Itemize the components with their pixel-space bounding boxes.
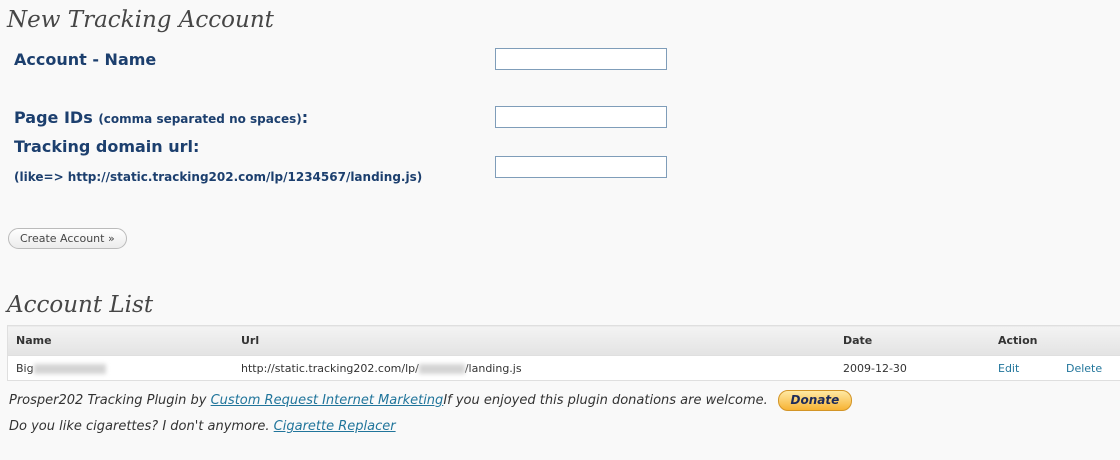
table-header-row: Name Url Date Action: [7, 325, 1120, 356]
tracking-url-label: Tracking domain url:: [14, 137, 200, 156]
row-delete-cell: Delete: [1058, 355, 1120, 381]
tracking-url-input[interactable]: [495, 156, 667, 178]
cig-text: Do you like cigarettes? I don't anymore.: [9, 419, 274, 434]
cigarette-replacer-link[interactable]: Cigarette Replacer: [274, 419, 396, 434]
row-url-prefix: http://static.tracking202.com/lp/: [241, 361, 419, 375]
redacted-name: [33, 363, 106, 374]
account-name-input[interactable]: [495, 48, 667, 70]
column-date: Date: [835, 325, 990, 356]
page-ids-label: Page IDs (comma separated no spaces):: [14, 108, 308, 129]
credit-prefix: Prosper202 Tracking Plugin by: [9, 393, 211, 408]
column-url: Url: [233, 325, 835, 356]
plugin-credit: Prosper202 Tracking Plugin by Custom Req…: [9, 390, 852, 411]
create-account-button[interactable]: Create Account »: [8, 228, 127, 249]
column-action: Action: [990, 325, 1058, 356]
row-edit-cell: Edit: [990, 355, 1058, 381]
page-ids-note: (comma separated no spaces): [98, 112, 302, 126]
row-name-text: Big: [16, 361, 34, 375]
page-ids-input[interactable]: [495, 106, 667, 128]
edit-link[interactable]: Edit: [998, 362, 1019, 375]
redacted-id: [418, 363, 465, 374]
account-name-label: Account - Name: [14, 50, 157, 69]
account-table: Name Url Date Action Big http://static.t…: [7, 325, 1120, 381]
page-ids-label-text: Page IDs: [14, 108, 93, 127]
column-name: Name: [7, 325, 233, 356]
donate-button[interactable]: Donate: [777, 390, 852, 411]
account-list-title: Account List: [7, 292, 154, 318]
cigarette-line: Do you like cigarettes? I don't anymore.…: [9, 419, 396, 434]
credit-link[interactable]: Custom Request Internet Marketing: [211, 393, 444, 408]
donation-text: If you enjoyed this plugin donations are…: [443, 393, 768, 408]
row-url-suffix: /landing.js: [464, 361, 522, 375]
row-name: Big: [7, 355, 233, 381]
column-action-extra: [1058, 325, 1120, 356]
delete-link[interactable]: Delete: [1066, 362, 1102, 375]
row-date: 2009-12-30: [835, 355, 990, 381]
page-ids-colon: :: [301, 108, 309, 127]
row-url: http://static.tracking202.com/lp/ /landin…: [233, 355, 835, 381]
tracking-url-hint: (like=> http://static.tracking202.com/lp…: [14, 170, 423, 184]
new-account-title: New Tracking Account: [7, 7, 274, 33]
table-row: Big http://static.tracking202.com/lp/ /la…: [7, 355, 1120, 381]
